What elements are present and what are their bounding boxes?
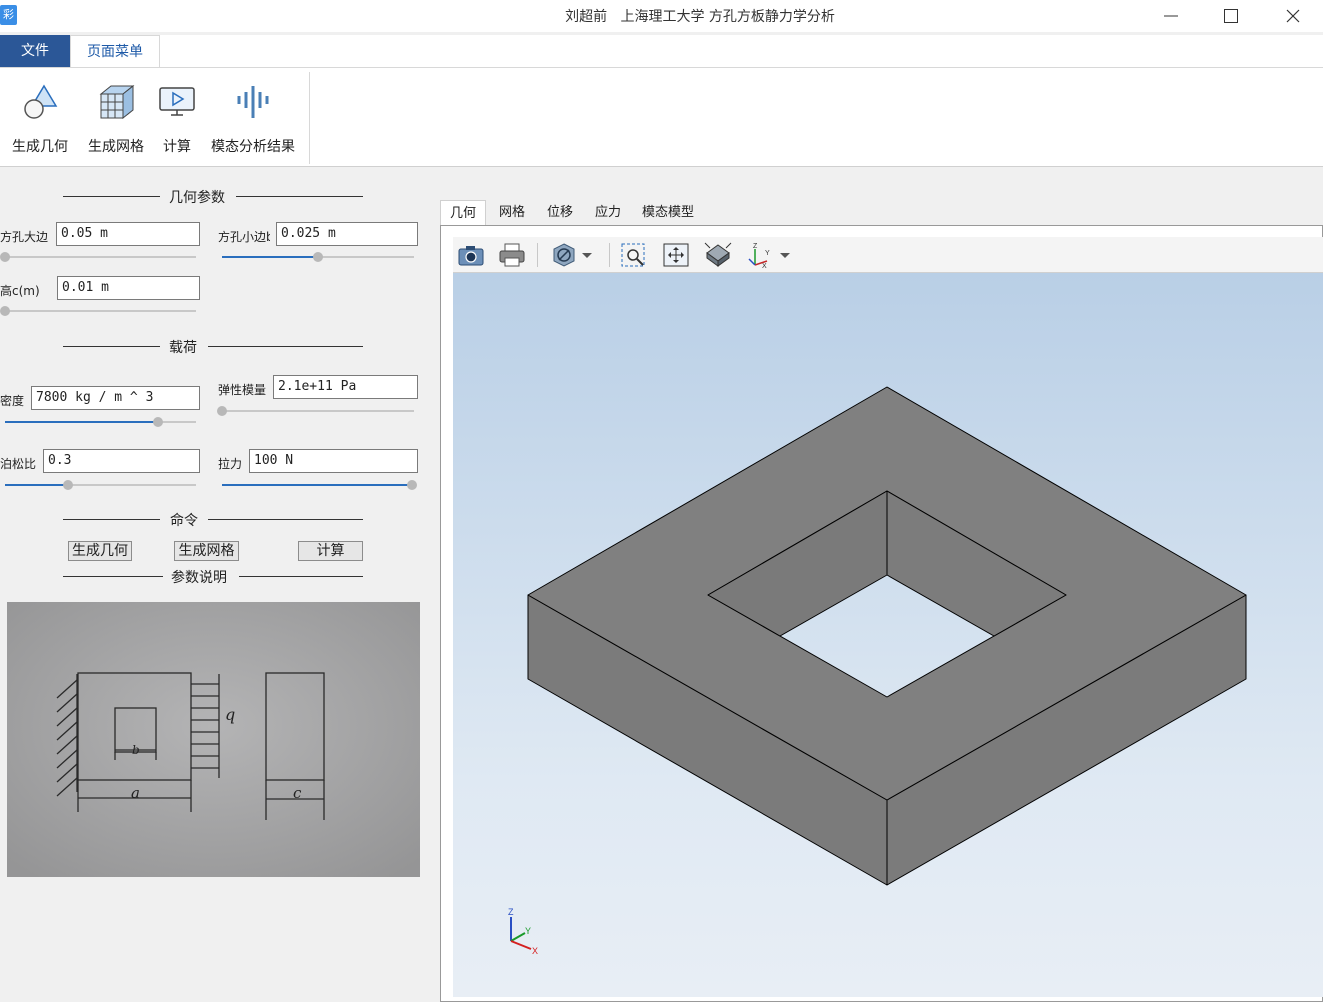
sketch-a-label: a xyxy=(131,784,140,802)
tension-label: 拉力 xyxy=(218,457,243,471)
dropdown-arrow-icon[interactable] xyxy=(579,241,595,269)
section-title: 命令 xyxy=(170,513,198,529)
minimize-icon xyxy=(1164,15,1178,17)
close-icon xyxy=(1286,9,1300,23)
axis-triad-icon: Z Y X xyxy=(508,907,538,956)
ribbon-button-label: 生成几何 xyxy=(12,139,68,155)
poisson-field[interactable]: 0.3 xyxy=(43,449,200,473)
slider-thumb[interactable] xyxy=(217,406,227,416)
print-icon[interactable] xyxy=(497,241,527,269)
tab-file[interactable]: 文件 xyxy=(0,35,70,67)
section-title: 参数说明 xyxy=(171,570,227,586)
plate-model xyxy=(527,386,1247,886)
title-bar: 彩 刘超前 上海理工大学 方孔方板静力学分析 xyxy=(0,0,1323,32)
ribbon-separator xyxy=(309,72,310,164)
height-field[interactable]: 0.01 m xyxy=(57,276,200,300)
slider-thumb[interactable] xyxy=(407,480,417,490)
poisson-label: 泊松比 xyxy=(0,457,37,471)
modal-result-icon xyxy=(237,86,269,118)
hole-small-slider[interactable] xyxy=(222,252,414,262)
mesh-icon xyxy=(99,84,135,120)
slider-thumb[interactable] xyxy=(313,252,323,262)
section-title: 载荷 xyxy=(169,340,197,356)
tab-mesh[interactable]: 网格 xyxy=(490,200,534,226)
generate-mesh-ribbon-button[interactable]: 生成网格 xyxy=(84,78,148,158)
density-label: 密度 xyxy=(0,394,25,408)
display-mode-icon[interactable] xyxy=(549,241,579,269)
minimize-button[interactable] xyxy=(1141,0,1201,32)
slider-thumb[interactable] xyxy=(0,252,10,262)
density-field[interactable]: 7800 kg / m ^ 3 xyxy=(31,386,200,410)
zoom-box-icon[interactable] xyxy=(619,241,649,269)
hole-small-field[interactable]: 0.025 m xyxy=(276,222,418,246)
ribbon-tabs: 文件 页面菜单 xyxy=(0,35,1323,67)
axis-orientation-icon[interactable]: Z Y X xyxy=(745,241,775,269)
close-button[interactable] xyxy=(1263,0,1323,32)
elastic-modulus-slider[interactable] xyxy=(217,406,414,416)
geometry-section-header: 几何参数 xyxy=(63,187,363,207)
svg-text:Z: Z xyxy=(753,243,758,250)
generate-mesh-button[interactable]: 生成网格 xyxy=(174,541,239,561)
triad-y-label: Y xyxy=(525,926,531,936)
tab-modal-model[interactable]: 模态模型 xyxy=(634,200,702,226)
compute-button[interactable]: 计算 xyxy=(298,541,363,561)
toolbar-separator xyxy=(537,243,538,267)
ribbon-toolbar: 生成几何 生成网格 计算 模态分析结果 xyxy=(0,67,1323,167)
ribbon-button-label: 生成网格 xyxy=(88,139,144,155)
slider-thumb[interactable] xyxy=(63,480,74,490)
density-slider[interactable] xyxy=(5,417,196,427)
height-label: 高c(m) xyxy=(0,284,40,298)
slider-thumb[interactable] xyxy=(0,306,10,316)
sketch-q-label: q xyxy=(225,705,235,724)
ribbon-button-label: 模态分析结果 xyxy=(211,139,295,155)
window-title: 刘超前 上海理工大学 方孔方板静力学分析 xyxy=(565,9,835,25)
ribbon-button-label: 计算 xyxy=(163,139,191,155)
load-section-header: 载荷 xyxy=(63,337,363,357)
hole-big-slider[interactable] xyxy=(0,252,196,262)
3d-viewport[interactable]: Z Y X xyxy=(453,273,1323,997)
compute-icon xyxy=(159,87,195,116)
generate-geometry-ribbon-button[interactable]: 生成几何 xyxy=(6,78,74,158)
toolbar-separator xyxy=(609,243,610,267)
dropdown-arrow-icon[interactable] xyxy=(777,241,793,269)
tension-field[interactable]: 100 N xyxy=(249,449,418,473)
section-title: 几何参数 xyxy=(169,190,225,206)
hole-small-label: 方孔小边b xyxy=(218,230,270,244)
tab-geometry[interactable]: 几何 xyxy=(440,200,486,226)
svg-text:Y: Y xyxy=(765,250,770,257)
tension-slider[interactable] xyxy=(222,480,417,490)
tab-page-menu[interactable]: 页面菜单 xyxy=(70,35,160,67)
elastic-modulus-label: 弹性模量 xyxy=(218,383,267,397)
tab-displacement[interactable]: 位移 xyxy=(538,200,582,226)
hole-big-label: 方孔大边 xyxy=(0,230,49,244)
maximize-icon xyxy=(1224,9,1238,23)
iso-view-icon[interactable] xyxy=(703,241,733,269)
modal-result-ribbon-button[interactable]: 模态分析结果 xyxy=(206,78,300,158)
slider-thumb[interactable] xyxy=(152,417,163,427)
sketch-b-label: b xyxy=(132,743,140,757)
param-section-header: 参数说明 xyxy=(63,567,363,587)
triad-x-label: X xyxy=(532,946,538,956)
tab-stress[interactable]: 应力 xyxy=(586,200,630,226)
sketch-c-label: c xyxy=(293,784,302,802)
command-section-header: 命令 xyxy=(63,510,363,530)
fit-all-icon[interactable] xyxy=(661,241,691,269)
view-toolbar: Z Y X xyxy=(453,237,1323,273)
poisson-slider[interactable] xyxy=(5,480,196,490)
geometry-icon xyxy=(24,84,58,119)
elastic-modulus-field[interactable]: 2.1e+11 Pa xyxy=(273,375,418,399)
triad-z-label: Z xyxy=(508,907,514,917)
parameter-sketch-image: q b a c xyxy=(7,602,420,877)
height-slider[interactable] xyxy=(0,306,196,316)
hole-big-field[interactable]: 0.05 m xyxy=(56,222,200,246)
maximize-button[interactable] xyxy=(1201,0,1261,32)
generate-geometry-button[interactable]: 生成几何 xyxy=(68,541,132,561)
camera-icon[interactable] xyxy=(456,241,486,269)
compute-ribbon-button[interactable]: 计算 xyxy=(158,78,196,158)
svg-text:X: X xyxy=(762,263,767,269)
